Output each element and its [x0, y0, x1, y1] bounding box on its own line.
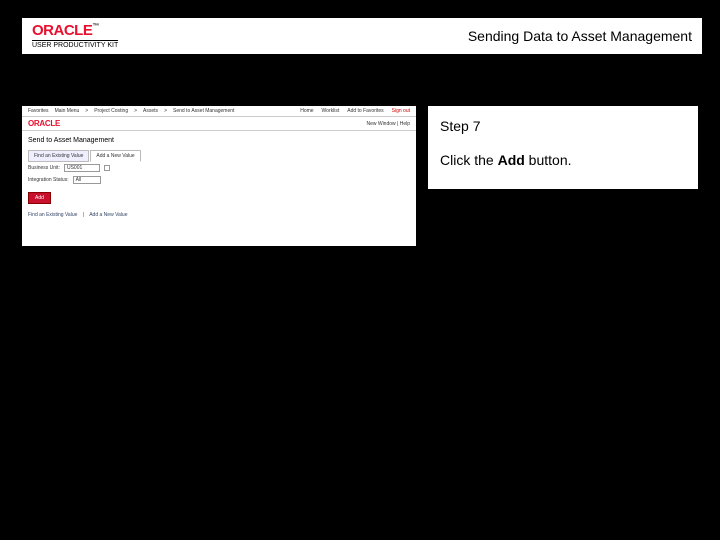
top-nav: Favorites Main Menu > Project Costing > …	[22, 106, 416, 117]
app-brand-row: ORACLE New Window | Help	[22, 117, 416, 131]
nav-favorites[interactable]: Favorites	[28, 108, 49, 114]
select-integration-status[interactable]: All	[73, 176, 101, 184]
field-business-unit: Business Unit: US001	[22, 162, 416, 174]
lookup-icon[interactable]	[104, 165, 110, 171]
label-business-unit: Business Unit:	[28, 165, 60, 171]
nav-worklist[interactable]: Worklist	[322, 108, 340, 114]
field-integration-status: Integration Status: All	[22, 174, 416, 186]
label-integration-status: Integration Status:	[28, 177, 69, 183]
new-window-help[interactable]: New Window | Help	[366, 121, 410, 127]
app-screenshot: Favorites Main Menu > Project Costing > …	[22, 106, 416, 246]
link-sep: |	[83, 212, 84, 218]
instruction-panel: Step 7 Click the Add button.	[428, 106, 698, 189]
instruction-bold: Add	[498, 152, 525, 168]
brand-tm: ™	[92, 23, 99, 30]
instruction-before: Click the	[440, 152, 498, 168]
nav-project-costing[interactable]: Project Costing	[94, 108, 128, 114]
brand-subtitle: USER PRODUCTIVITY KIT	[32, 40, 118, 49]
instruction-text: Click the Add button.	[440, 150, 686, 170]
step-label: Step 7	[440, 116, 686, 136]
nav-send-asset-mgmt[interactable]: Send to Asset Management	[173, 108, 234, 114]
doc-title: Sending Data to Asset Management	[468, 28, 692, 44]
link-find-existing[interactable]: Find an Existing Value	[28, 212, 77, 218]
instruction-after: button.	[525, 152, 572, 168]
app-oracle-logo: ORACLE	[28, 119, 60, 128]
nav-home[interactable]: Home	[300, 108, 313, 114]
oracle-logo: ORACLE™	[32, 23, 118, 38]
nav-add-favorites[interactable]: Add to Favorites	[347, 108, 383, 114]
input-business-unit[interactable]: US001	[64, 164, 100, 172]
nav-right: Home Worklist Add to Favorites Sign out	[300, 108, 410, 114]
doc-header: ORACLE™ USER PRODUCTIVITY KIT Sending Da…	[22, 18, 702, 54]
brand-block: ORACLE™ USER PRODUCTIVITY KIT	[32, 23, 118, 49]
tab-find-existing[interactable]: Find an Existing Value	[28, 150, 89, 162]
tab-strip: Find an Existing Value Add a New Value	[22, 150, 416, 162]
bottom-links: Find an Existing Value | Add a New Value	[22, 210, 416, 220]
brand-logo-text: ORACLE	[32, 22, 92, 39]
tab-add-new[interactable]: Add a New Value	[90, 150, 140, 162]
nav-main-menu[interactable]: Main Menu	[55, 108, 80, 114]
nav-signout[interactable]: Sign out	[392, 108, 410, 114]
nav-assets[interactable]: Assets	[143, 108, 158, 114]
link-add-new[interactable]: Add a New Value	[89, 212, 127, 218]
add-button[interactable]: Add	[28, 192, 51, 204]
page-title: Send to Asset Management	[22, 131, 416, 150]
